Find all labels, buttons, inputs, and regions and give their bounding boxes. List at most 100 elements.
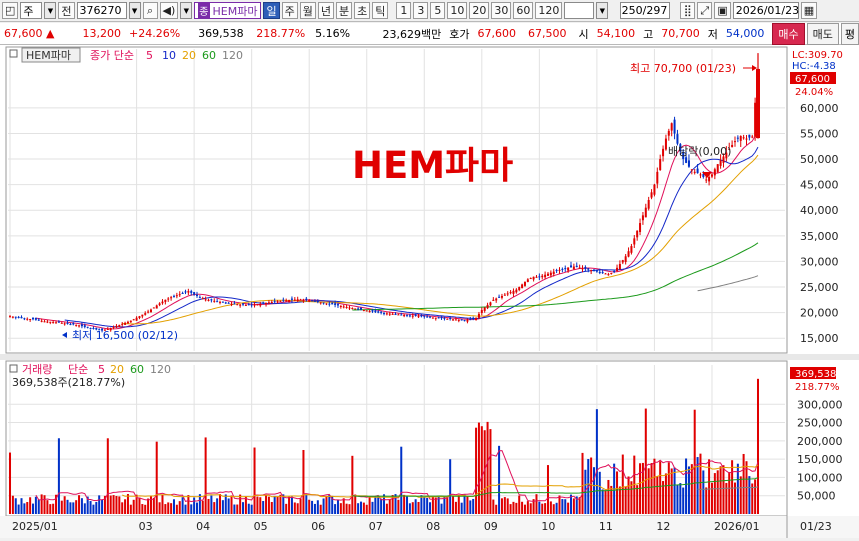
candle-body [633, 238, 636, 245]
market-select[interactable]: 주 [20, 2, 43, 19]
chart-area[interactable]: 15,000 20,000 25,000 30,000 35,000 40,000 45,0… [0, 45, 859, 538]
period-tab-month[interactable]: 월 [299, 2, 316, 19]
candle-body [147, 311, 150, 313]
price-panel-frame [5, 46, 788, 354]
candle-body [78, 325, 81, 327]
count-button-120[interactable]: 120 [535, 2, 563, 19]
search-icon[interactable]: ⌕ [142, 2, 158, 19]
candle-body [230, 303, 233, 305]
period-tab-label: 분 [338, 4, 350, 18]
code-input[interactable]: 376270 [76, 2, 127, 19]
trade-value: 23,629백만 [382, 27, 442, 41]
range-field[interactable]: 250/297 [620, 2, 671, 19]
vol-ma-legend-120: 120 [150, 363, 171, 376]
count-button-10[interactable]: 10 [447, 2, 468, 19]
candle-body [175, 295, 178, 297]
candle-body [641, 215, 644, 221]
sound-dropdown-icon[interactable]: ▼ [180, 2, 193, 19]
volume-bar [486, 421, 489, 514]
period-tab-week[interactable]: 주 [281, 2, 298, 19]
vol-ma-legend-60: 60 [130, 363, 144, 376]
volume-bar [221, 500, 224, 514]
volume-bar [719, 466, 722, 514]
volume-bar [713, 473, 716, 514]
sell-button[interactable]: 매도 [806, 22, 839, 45]
candle-body [408, 315, 411, 317]
period-tab-tick[interactable]: 틱 [372, 2, 389, 19]
custom-count-input[interactable] [564, 2, 595, 19]
sound-icon[interactable]: ◀) [159, 2, 179, 19]
period-tab-second[interactable]: 초 [354, 2, 371, 19]
volume-bar [313, 503, 316, 514]
volume-bar [523, 504, 526, 514]
stock-name-watermark: HEM파마 [352, 144, 513, 187]
stock-name: HEM파마 [212, 4, 258, 18]
candle-body [446, 318, 449, 320]
candle-body [227, 302, 230, 304]
candle-body [385, 313, 388, 315]
chevron-down-icon[interactable]: ▼ [44, 2, 57, 19]
volume-panel-menu-icon[interactable] [9, 364, 18, 373]
custom-count-dropdown-icon[interactable]: ▼ [596, 2, 609, 19]
volume-legend-ma-label: 단순 [68, 363, 88, 376]
balance-button[interactable]: 평 [840, 22, 859, 45]
volume-bar [273, 495, 276, 514]
save-icon[interactable]: ▣ [714, 2, 731, 19]
candle-body [477, 313, 480, 318]
count-button-20[interactable]: 20 [469, 2, 490, 19]
chart-type-icon[interactable]: ◰ [2, 2, 19, 19]
count-button-30[interactable]: 30 [491, 2, 512, 19]
stock-type-badge: 종 [198, 3, 210, 18]
code-dropdown-icon[interactable]: ▼ [128, 2, 141, 19]
count-button-60[interactable]: 60 [513, 2, 534, 19]
volume-bar [679, 483, 682, 514]
count-button-5[interactable]: 5 [430, 2, 446, 19]
count-button-1[interactable]: 1 [396, 2, 412, 19]
candle-body [440, 316, 443, 319]
panel-menu-icon[interactable] [9, 49, 18, 58]
candle-body [480, 310, 483, 314]
candle-body [443, 317, 446, 319]
volume-bar [374, 496, 377, 514]
volume-bar [454, 501, 457, 514]
x-axis-label: 03 [139, 520, 153, 533]
candle-body [610, 272, 613, 274]
volume-bar [63, 496, 66, 514]
candle-body [584, 267, 587, 270]
range-value: 250/297 [621, 4, 668, 17]
volume-bar [598, 471, 601, 514]
candle-body [351, 308, 354, 310]
count-button-3[interactable]: 3 [413, 2, 429, 19]
volume-bar [377, 495, 380, 514]
volume-bar [564, 499, 567, 514]
period-tab-year[interactable]: 년 [317, 2, 334, 19]
candle-body [144, 313, 147, 315]
volume-bar [549, 501, 552, 514]
volume-bar [555, 502, 558, 514]
calendar-icon[interactable]: ▦ [800, 2, 818, 19]
candle-body [374, 310, 377, 313]
candle-body [256, 304, 259, 306]
candle-body [630, 246, 633, 253]
candle-body [279, 300, 282, 302]
period-tab-label: 일 [266, 4, 277, 18]
zoom-icon[interactable]: ⤢ [697, 2, 713, 19]
candle-body [535, 276, 538, 278]
stock-chart[interactable]: 15,000 20,000 25,000 30,000 35,000 40,000 45,0… [0, 45, 859, 538]
volume-bar [138, 497, 141, 514]
grid-icon[interactable]: ⣿ [680, 2, 696, 19]
count-label: 120 [538, 4, 560, 17]
x-axis-label: 11 [599, 520, 613, 533]
date-input[interactable]: 2026/01/23 [732, 2, 799, 19]
period-tab-day[interactable]: 일 [263, 2, 280, 19]
volume-bar [334, 504, 337, 514]
buy-button[interactable]: 매수 [772, 22, 805, 45]
volume-value: 369,538 [198, 27, 244, 40]
candle-body [233, 303, 236, 305]
prev-button[interactable]: 전 [58, 2, 75, 19]
stock-name-field[interactable]: 종 HEM파마 [194, 2, 262, 19]
candle-body [8, 316, 12, 318]
period-tab-minute[interactable]: 분 [335, 2, 353, 19]
volume-bar [400, 446, 403, 514]
panel-divider[interactable] [0, 354, 859, 360]
